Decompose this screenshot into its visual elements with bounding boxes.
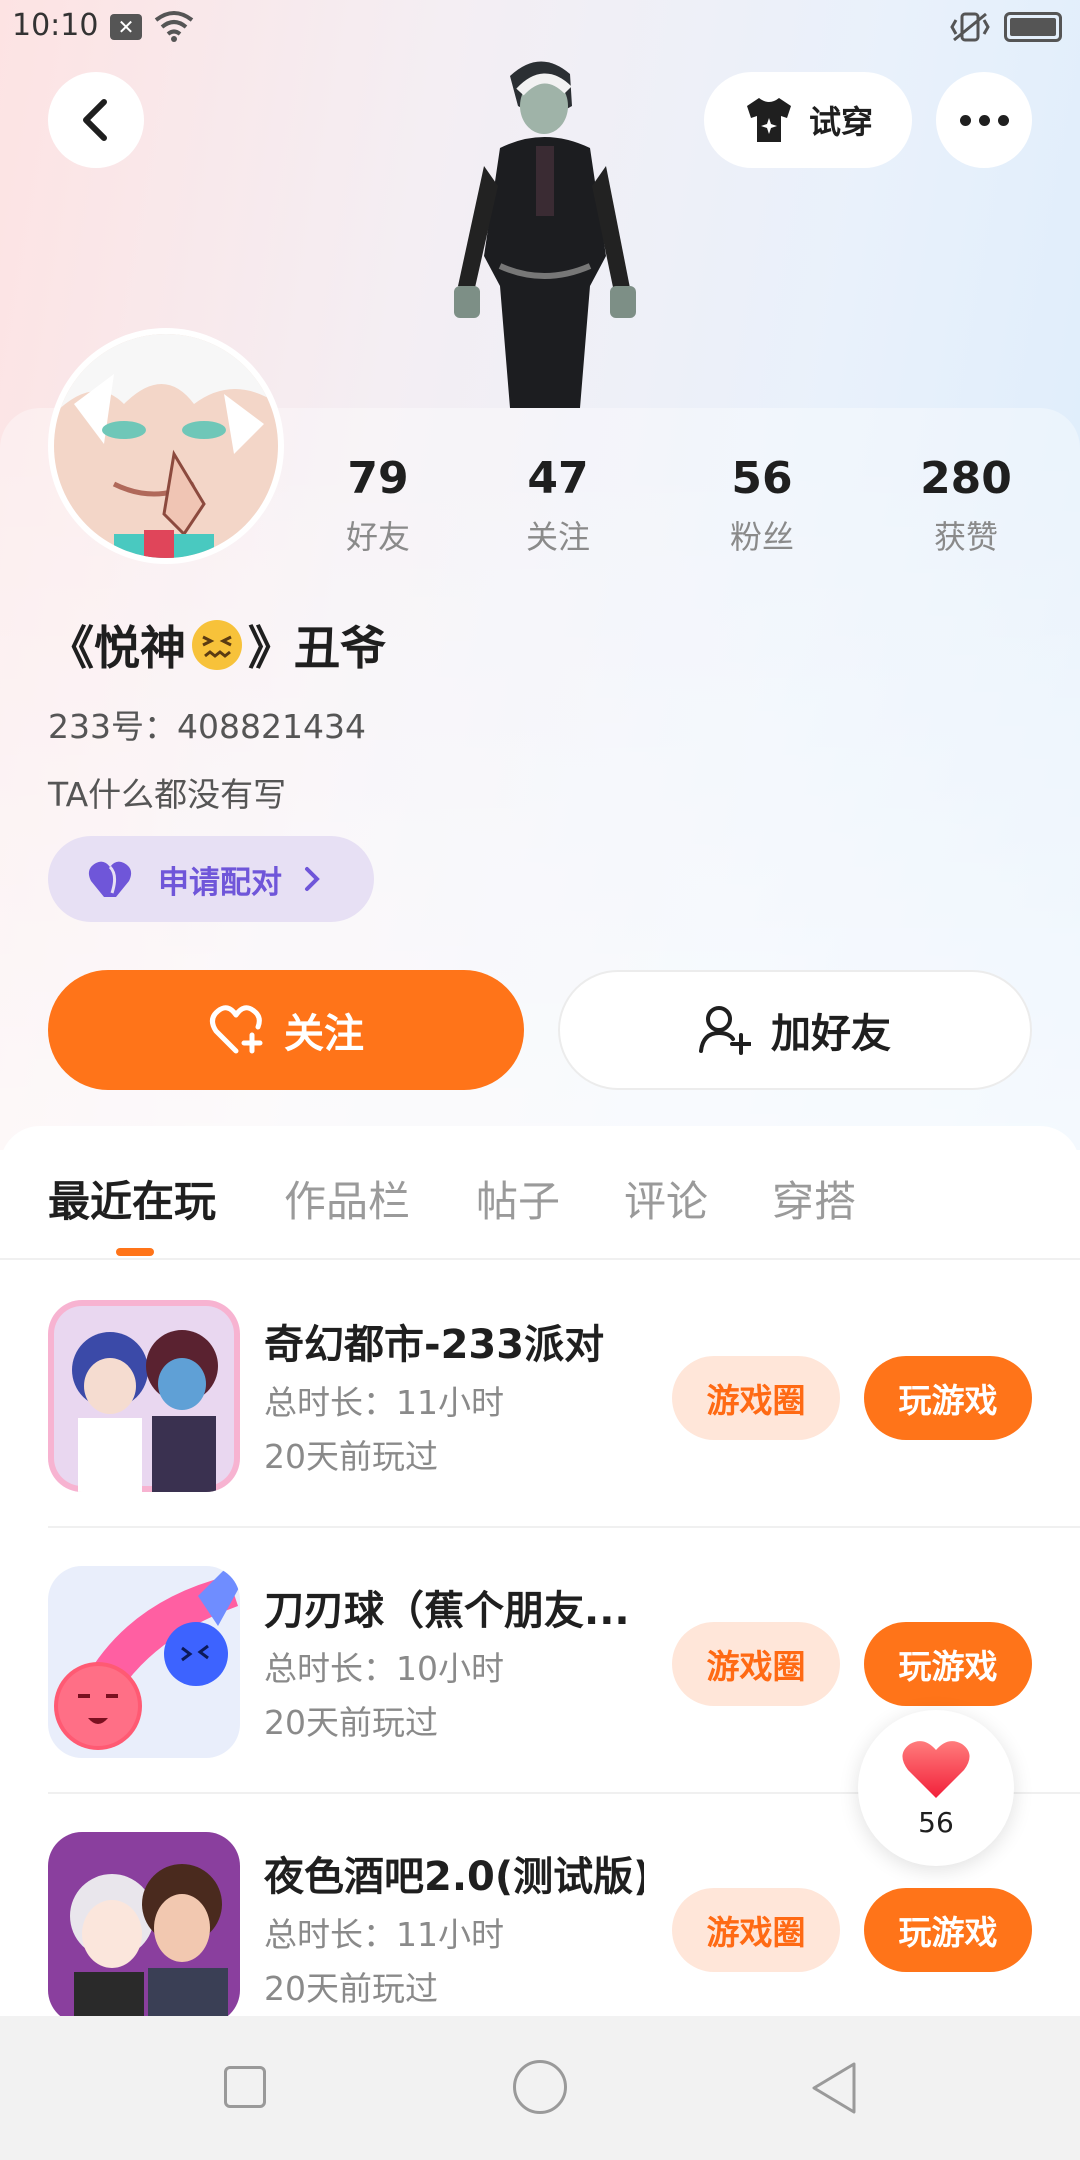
add-friend-button[interactable]: 加好友 (558, 970, 1032, 1090)
request-pair-label: 申请配对 (158, 864, 282, 901)
content-area: 最近在玩 作品栏 帖子 评论 穿搭 奇幻都市-233派对 总时长：11小时 20… (0, 1126, 1080, 2024)
avatar-figure (454, 61, 636, 408)
username: 《悦神 》丑爷 (48, 612, 386, 678)
bio: TA什么都没有写 (48, 775, 287, 814)
game-last-played: 20天前玩过 (264, 1703, 438, 1742)
tab-outfits[interactable]: 穿搭 (772, 1168, 856, 1229)
play-game-button[interactable]: 玩游戏 (864, 1356, 1032, 1440)
stat-fans[interactable]: 56 粉丝 (682, 452, 842, 558)
home-button[interactable] (513, 2060, 567, 2114)
game-icon[interactable] (48, 1832, 240, 2024)
play-game-button[interactable]: 玩游戏 (864, 1622, 1032, 1706)
floating-like-button[interactable]: 56 (858, 1710, 1014, 1866)
game-circle-button[interactable]: 游戏圈 (672, 1888, 840, 1972)
request-pair-button[interactable]: 申请配对 (48, 836, 374, 922)
like-count: 56 (918, 1805, 954, 1839)
avatar[interactable] (48, 328, 284, 564)
tab-posts[interactable]: 帖子 (476, 1168, 560, 1229)
recent-apps-button[interactable] (224, 2066, 266, 2108)
tab-indicator (116, 1248, 154, 1256)
tab-works[interactable]: 作品栏 (284, 1168, 410, 1229)
play-game-button[interactable]: 玩游戏 (864, 1888, 1032, 1972)
more-button[interactable] (936, 72, 1032, 168)
game-title: 夜色酒吧2.0(测试版) (264, 1854, 644, 1900)
stat-label: 粉丝 (729, 518, 794, 556)
stat-value: 79 (347, 453, 409, 504)
game-circle-button[interactable]: 游戏圈 (672, 1356, 840, 1440)
game-icon[interactable] (48, 1300, 240, 1492)
wifi-icon (154, 11, 194, 42)
follow-button[interactable]: 关注 (48, 970, 524, 1090)
status-time: 10:10 (12, 8, 99, 43)
system-nav-bar (0, 2016, 1080, 2160)
stat-following[interactable]: 47 关注 (478, 452, 638, 558)
game-circle-button[interactable]: 游戏圈 (672, 1622, 840, 1706)
game-last-played: 20天前玩过 (264, 1969, 438, 2008)
tab-bar: 最近在玩 作品栏 帖子 评论 穿搭 (0, 1126, 1080, 1260)
try-on-button[interactable]: 试穿 (704, 72, 912, 168)
stat-friends[interactable]: 79 好友 (298, 452, 458, 558)
game-row[interactable]: 奇幻都市-233派对 总时长：11小时 20天前玩过 游戏圈 玩游戏 (0, 1262, 1080, 1528)
heart-plus-icon (210, 1005, 263, 1054)
tab-comments[interactable]: 评论 (624, 1168, 708, 1229)
status-bar: 10:10 ✕ (0, 0, 1080, 56)
game-title: 刀刃球（蕉个朋友... (264, 1588, 630, 1634)
chevron-left-icon (83, 99, 107, 141)
nav-back-icon[interactable] (810, 2060, 858, 2116)
emoji-icon (192, 620, 242, 670)
add-friend-label: 加好友 (771, 1011, 891, 1057)
username-suffix: 》丑爷 (248, 621, 386, 675)
user-id: 233号：408821434 (48, 707, 366, 746)
back-button[interactable] (48, 72, 144, 168)
battery-icon (1004, 12, 1062, 42)
stat-label: 获赞 (933, 518, 998, 556)
stat-value: 280 (920, 453, 1012, 504)
game-duration: 总时长：11小时 (264, 1915, 504, 1954)
tab-recent[interactable]: 最近在玩 (48, 1168, 216, 1229)
username-prefix: 《悦神 (48, 621, 186, 675)
stat-likes[interactable]: 280 获赞 (886, 452, 1046, 558)
heart-pair-icon (88, 861, 132, 897)
try-on-label: 试穿 (808, 103, 873, 141)
follow-label: 关注 (284, 1011, 364, 1057)
game-last-played: 20天前玩过 (264, 1437, 438, 1476)
chevron-right-icon (305, 867, 320, 891)
more-dots-icon (959, 114, 971, 126)
heart-icon (902, 1740, 970, 1798)
game-duration: 总时长：10小时 (264, 1649, 504, 1688)
notification-icon: ✕ (110, 14, 142, 40)
stat-value: 47 (527, 453, 589, 504)
stat-label: 好友 (345, 518, 410, 556)
game-title: 奇幻都市-233派对 (264, 1322, 605, 1368)
vibrate-icon (950, 12, 990, 42)
stat-value: 56 (731, 453, 793, 504)
add-user-icon (699, 1006, 751, 1055)
tshirt-icon (746, 98, 791, 142)
avatar-image (54, 334, 278, 558)
game-icon[interactable] (48, 1566, 240, 1758)
game-duration: 总时长：11小时 (264, 1383, 504, 1422)
stat-label: 关注 (525, 518, 590, 556)
